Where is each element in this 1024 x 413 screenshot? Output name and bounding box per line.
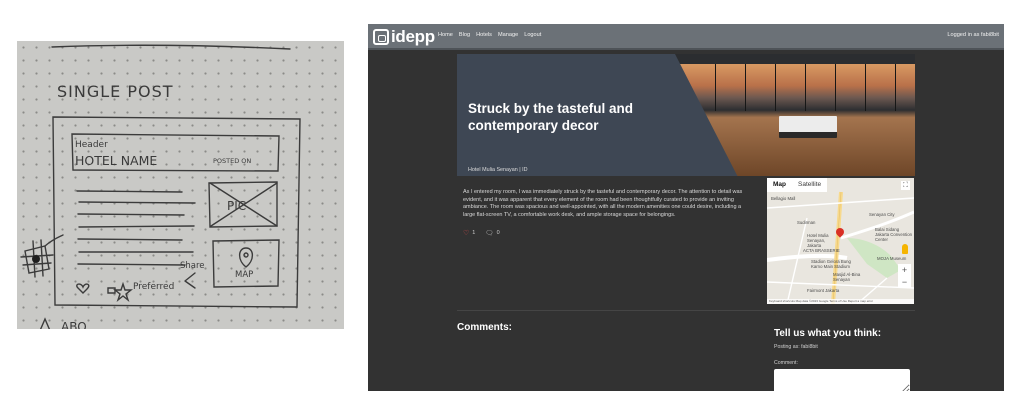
screenshot-canvas: SINGLE POST Header HOTEL NAME POSTED ON … <box>0 0 1024 413</box>
sketch-preferred-label: Preferred <box>133 282 174 292</box>
sketch-header-label: Header <box>75 140 108 150</box>
brand-logo[interactable]: idepp <box>373 27 435 47</box>
logo-icon <box>373 29 389 45</box>
nav-links: Home Blog Hotels Manage Logout <box>438 32 541 38</box>
sketch-map-label: MAP <box>235 270 253 280</box>
map-label-hotel: Hotel Mulia Senayan, Jakarta <box>807 233 829 248</box>
login-status: Logged in as fabi8bit <box>947 32 999 38</box>
comment-count-button[interactable]: 🗨 0 <box>485 229 499 237</box>
comment-textarea[interactable] <box>774 369 910 391</box>
top-navbar: idepp Home Blog Hotels Manage Logout Log… <box>368 24 1004 50</box>
bed-shape <box>779 116 837 138</box>
like-button[interactable]: ♡ 1 <box>463 229 475 237</box>
map-label-poi: ACTA BRASSERIE <box>803 248 840 253</box>
sketch-pic-label: PIC <box>227 199 246 213</box>
nav-link-hotels[interactable]: Hotels <box>476 32 492 38</box>
nav-link-home[interactable]: Home <box>438 32 453 38</box>
sketch-posted-on: POSTED ON <box>213 157 251 165</box>
map-label-poi: Masjid Al-Bina Senayan <box>833 272 861 282</box>
nav-link-logout[interactable]: Logout <box>524 32 541 38</box>
map-label-poi: Stadion Gelora Bung Karno Main Stadium <box>811 259 851 269</box>
zoom-out-button[interactable]: − <box>898 276 911 288</box>
map-attribution: Keyboard shortcuts Map data ©2023 Google… <box>767 299 914 304</box>
sketch-hotel-name: HOTEL NAME <box>75 153 157 168</box>
comment-icon: 🗨 <box>485 230 494 237</box>
post-hotel-location[interactable]: Hotel Mulia Senayan | ID <box>468 167 528 173</box>
app-window: idepp Home Blog Hotels Manage Logout Log… <box>368 24 1004 391</box>
nav-link-blog[interactable]: Blog <box>459 32 470 38</box>
map-label-poi: MOJA Museum <box>877 256 907 261</box>
sketch-heading: SINGLE POST <box>57 82 174 101</box>
heart-icon: ♡ <box>463 230 470 237</box>
post-hero-banner: Struck by the tasteful and contemporary … <box>457 54 915 176</box>
nav-link-manage[interactable]: Manage <box>498 32 518 38</box>
map-tab-satellite[interactable]: Satellite <box>792 178 827 192</box>
section-divider <box>457 310 915 311</box>
map-label-poi: Senayan City <box>869 212 895 217</box>
logo-text: idepp <box>391 27 435 46</box>
post-body: As I entered my room, I was immediately … <box>463 189 743 218</box>
posting-as-label: Posting as: fabi8bit <box>774 344 818 350</box>
hotel-map[interactable]: Map Satellite ⛶ Bellagio Mall Sudirman S… <box>767 178 914 304</box>
street-view-pegman-icon[interactable] <box>902 244 908 254</box>
map-label-poi: Sudirman <box>797 220 816 225</box>
zoom-in-button[interactable]: + <box>898 264 911 276</box>
map-label-poi: Balai Sidang Jakarta Convention Center <box>875 227 913 242</box>
map-zoom-controls: + − <box>898 264 911 288</box>
sketch-drawing: SINGLE POST Header HOTEL NAME POSTED ON … <box>20 44 301 329</box>
comment-form-heading: Tell us what you think: <box>774 328 882 339</box>
fullscreen-icon[interactable]: ⛶ <box>901 181 910 190</box>
comment-count: 0 <box>496 230 500 236</box>
like-count: 1 <box>472 230 476 236</box>
post-actions: ♡ 1 🗨 0 <box>463 229 500 237</box>
sketch-share-label: Share <box>180 261 205 271</box>
map-type-tabs: Map Satellite <box>767 178 828 192</box>
map-tab-map[interactable]: Map <box>767 178 792 192</box>
comments-heading: Comments: <box>457 322 513 333</box>
map-label-poi: Bellagio Mall <box>771 196 796 201</box>
post-title: Struck by the tasteful and contemporary … <box>468 101 634 133</box>
map-label-poi: Fairmont Jakarta <box>807 288 840 293</box>
wireframe-sketch: SINGLE POST Header HOTEL NAME POSTED ON … <box>17 41 344 329</box>
sketch-bottom-fragment: ABO <box>61 320 87 329</box>
comment-field-label: Comment: <box>774 360 798 366</box>
hero-room-photo <box>675 54 915 176</box>
